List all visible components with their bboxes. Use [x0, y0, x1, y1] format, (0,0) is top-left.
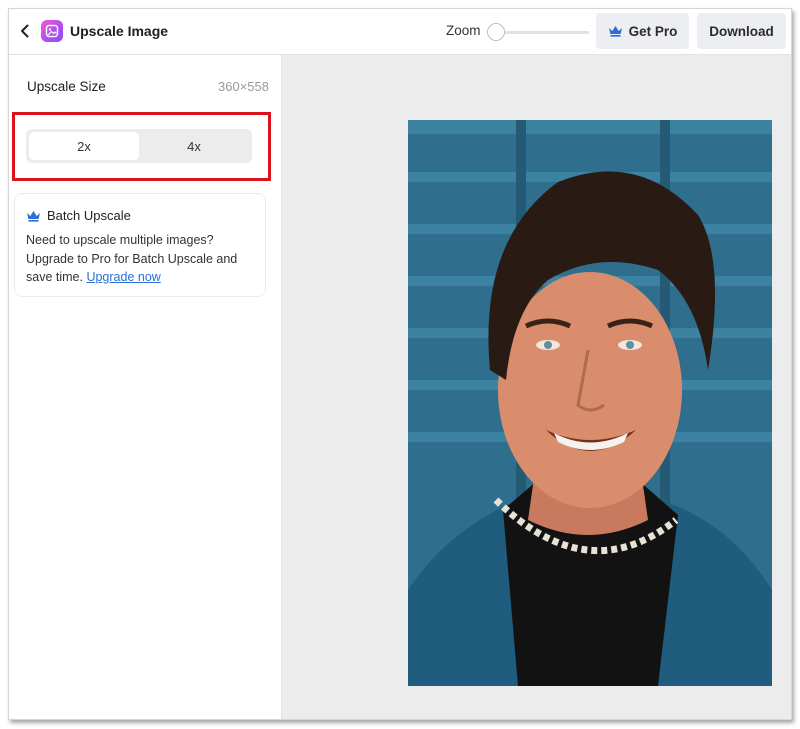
chevron-left-icon	[21, 24, 29, 38]
batch-upscale-title: Batch Upscale	[26, 208, 131, 223]
upscale-factor-selector: 2x 4x	[26, 129, 252, 163]
zoom-slider-track	[495, 31, 589, 34]
page-title: Upscale Image	[70, 23, 169, 39]
app-window: Upscale Image Zoom Get Pro Download Upsc…	[8, 8, 792, 720]
back-button[interactable]	[15, 20, 35, 42]
crown-icon	[608, 25, 623, 37]
top-bar: Upscale Image Zoom Get Pro Download	[9, 9, 791, 55]
batch-upscale-description: Need to upscale multiple images? Upgrade…	[26, 231, 262, 287]
portrait-photo-icon	[408, 120, 772, 686]
get-pro-button[interactable]: Get Pro	[596, 13, 689, 49]
upgrade-now-link[interactable]: Upgrade now	[86, 270, 160, 284]
zoom-slider-thumb[interactable]	[487, 23, 505, 41]
batch-upscale-title-text: Batch Upscale	[47, 208, 131, 223]
get-pro-label: Get Pro	[628, 23, 678, 39]
batch-upscale-card: Batch Upscale Need to upscale multiple i…	[14, 193, 266, 297]
zoom-label: Zoom	[446, 23, 481, 38]
upscale-option-2x[interactable]: 2x	[29, 132, 139, 160]
zoom-slider[interactable]	[487, 22, 589, 42]
upscale-size-value: 360×558	[218, 79, 269, 94]
upscaled-image-preview	[408, 120, 772, 686]
upscale-option-4x[interactable]: 4x	[139, 132, 249, 160]
crown-icon	[26, 210, 41, 222]
sidebar: Upscale Size 360×558 2x 4x Batch Upscale…	[9, 55, 282, 719]
upscale-app-icon	[41, 20, 63, 42]
upscale-size-label: Upscale Size	[27, 79, 106, 94]
image-canvas	[282, 55, 791, 719]
download-button[interactable]: Download	[697, 13, 786, 49]
